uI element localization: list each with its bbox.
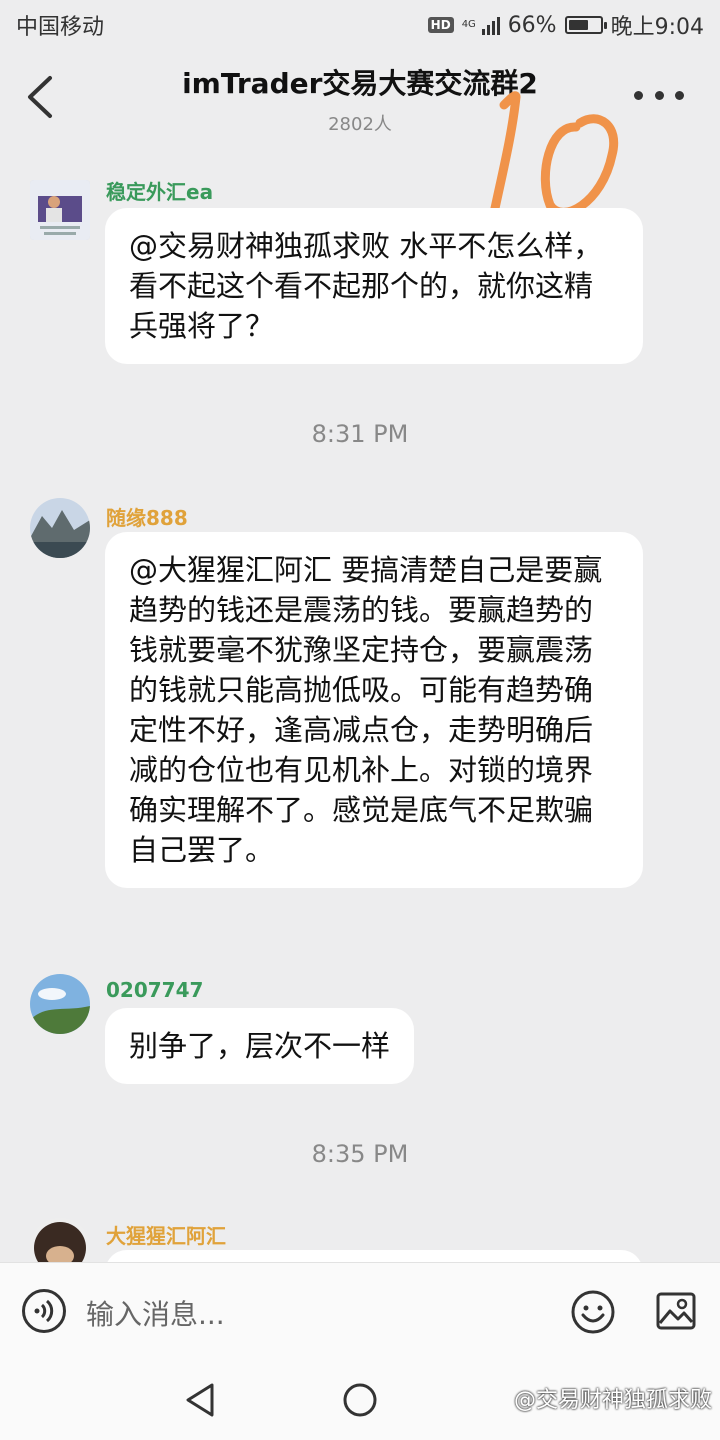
sender-name: 稳定外汇ea (106, 180, 214, 204)
avatar[interactable] (30, 498, 90, 558)
status-bar: 中国移动 HD 4G 66% 晚上9:04 (0, 0, 720, 50)
group-title: imTrader交易大赛交流群2 (182, 67, 538, 100)
nav-home-button[interactable] (342, 1382, 378, 1422)
voice-button[interactable] (22, 1289, 66, 1333)
clock: 晚上9:04 (610, 15, 704, 40)
emoji-button[interactable] (570, 1289, 616, 1335)
carrier-name: 中国移动 (16, 15, 105, 40)
nav-back-button[interactable] (184, 1382, 218, 1422)
smiley-icon (571, 1290, 615, 1334)
avatar-image (30, 498, 90, 558)
sender-name: 随缘888 (106, 506, 188, 530)
more-button[interactable] (634, 80, 684, 110)
message-bubble[interactable]: @大猩猩汇阿汇 要搞清楚自己是要赢趋势的钱还是震荡的钱。要赢趋势的钱就要毫不犹豫… (105, 532, 643, 888)
triangle-back-icon (186, 1383, 214, 1417)
watermark: @交易财神独孤求败 (513, 1388, 712, 1413)
message-bubble[interactable]: @交易财神独孤求败 水平不怎么样，看不起这个看不起那个的，就你这精兵强将了？ (105, 208, 643, 364)
timestamp: 8:31 PM (311, 420, 409, 448)
hd-badge: HD (427, 17, 454, 33)
circle-home-icon (343, 1383, 377, 1417)
avatar[interactable] (30, 1218, 90, 1262)
avatar-image (30, 1218, 90, 1262)
chat-header: imTrader交易大赛交流群2 2802人 (0, 50, 720, 140)
message-bubble[interactable]: 别争了，层次不一样 (105, 1008, 415, 1084)
member-count: 2802人 (328, 114, 392, 135)
message-bubble[interactable] (105, 1250, 643, 1262)
system-nav-bar: @交易财神独孤求败 (0, 1362, 720, 1440)
avatar-image (30, 974, 90, 1034)
network-type: 4G (461, 19, 476, 30)
image-button[interactable] (654, 1289, 698, 1333)
avatar-image (30, 180, 90, 240)
more-dots-icon (634, 90, 643, 100)
battery-percent: 66% (507, 12, 557, 38)
avatar[interactable] (30, 974, 90, 1034)
signal-icon (481, 15, 500, 35)
voice-icon (34, 1299, 54, 1323)
avatar[interactable] (30, 180, 90, 240)
message-input-bar (0, 1262, 720, 1362)
image-icon (656, 1292, 696, 1330)
battery-icon (564, 16, 607, 34)
sender-name: 0207747 (106, 978, 204, 1002)
message-item: 大猩猩汇阿汇 (0, 1218, 720, 1262)
timestamp: 8:35 PM (311, 1140, 409, 1168)
message-input[interactable] (86, 1291, 506, 1337)
sender-name: 大猩猩汇阿汇 (106, 1224, 226, 1248)
